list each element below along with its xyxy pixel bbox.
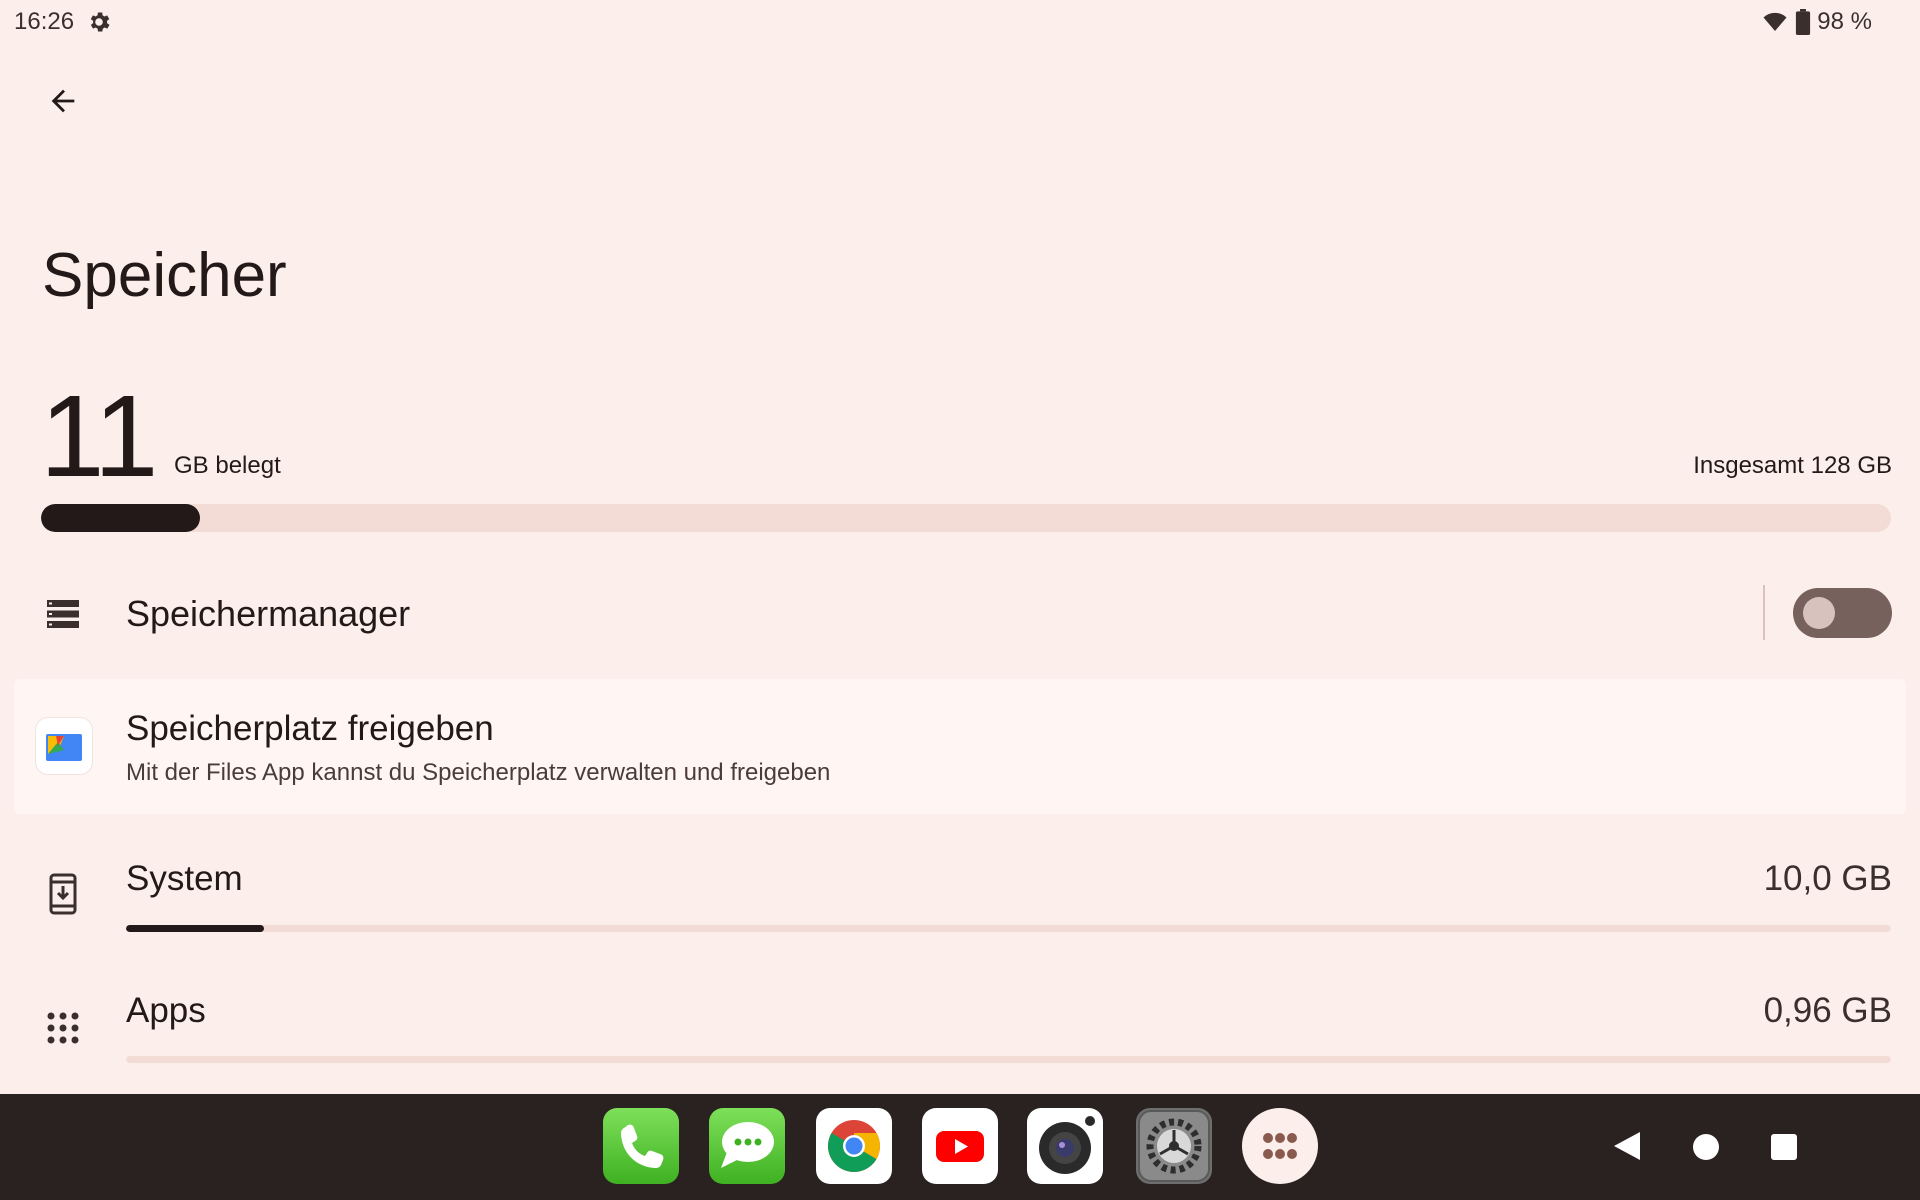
system-update-icon — [49, 873, 77, 915]
toggle-divider — [1763, 585, 1765, 640]
status-time: 16:26 — [14, 8, 75, 35]
used-storage-value: 11 — [40, 371, 158, 501]
category-value-system: 10,0 GB — [1763, 859, 1892, 898]
storage-manager-icon — [47, 600, 79, 628]
category-label-system: System — [126, 859, 243, 898]
category-bar-system — [126, 925, 1891, 932]
battery-icon — [1796, 9, 1811, 35]
home-nav-icon[interactable] — [1692, 1133, 1720, 1161]
category-bar-fill-system — [126, 925, 264, 932]
category-row-apps[interactable] — [0, 980, 1920, 1090]
category-label-apps: Apps — [126, 991, 206, 1030]
category-bar-apps — [126, 1056, 1891, 1063]
settings-app-icon[interactable] — [1136, 1108, 1212, 1184]
page-title: Speicher — [42, 241, 287, 310]
status-indicators: 98 % — [1761, 8, 1872, 36]
category-row-system[interactable] — [0, 848, 1920, 958]
toggle-knob — [1803, 597, 1835, 629]
messages-app-icon[interactable] — [709, 1108, 785, 1184]
youtube-app-icon[interactable] — [922, 1108, 998, 1184]
wifi-icon — [1763, 12, 1787, 31]
recents-nav-icon[interactable] — [1770, 1133, 1798, 1161]
total-storage-label: Insgesamt 128 GB — [1693, 452, 1892, 479]
apps-grid-icon — [47, 1012, 79, 1044]
back-nav-icon[interactable] — [1612, 1130, 1642, 1162]
storage-usage-bar — [41, 504, 1891, 532]
storage-manager-label: Speichermanager — [126, 593, 411, 634]
all-apps-icon[interactable] — [1242, 1108, 1318, 1184]
camera-app-icon[interactable] — [1027, 1108, 1103, 1184]
files-app-icon — [36, 718, 92, 774]
category-value-apps: 0,96 GB — [1763, 991, 1892, 1030]
chrome-app-icon[interactable] — [816, 1108, 892, 1184]
battery-percent: 98 % — [1817, 8, 1872, 35]
free-up-space-title: Speicherplatz freigeben — [126, 709, 494, 748]
free-up-space-subtitle: Mit der Files App kannst du Speicherplat… — [126, 759, 831, 786]
settings-gear-icon — [90, 12, 110, 32]
storage-usage-bar-fill — [41, 504, 201, 532]
back-button[interactable] — [34, 72, 92, 130]
used-storage-unit: GB belegt — [174, 452, 281, 479]
phone-app-icon[interactable] — [603, 1108, 679, 1184]
arrow-back-icon — [51, 89, 75, 113]
